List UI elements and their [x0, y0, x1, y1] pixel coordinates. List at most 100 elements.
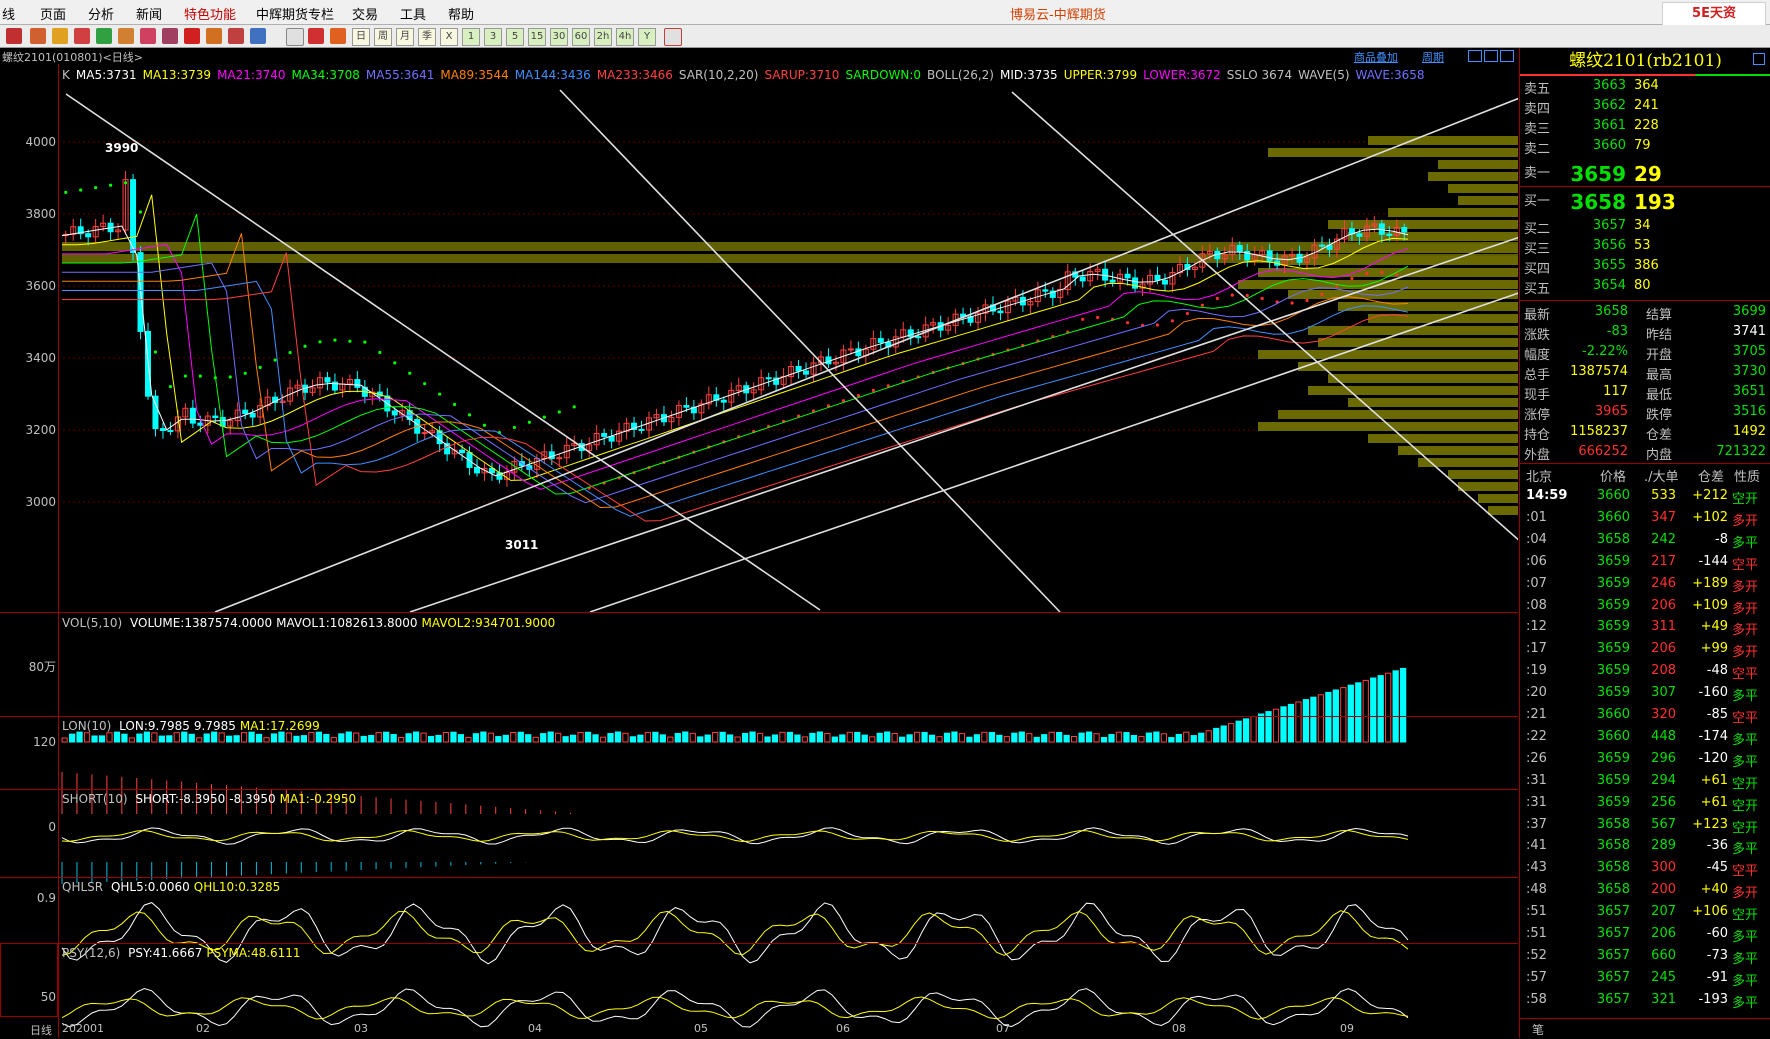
period-link[interactable]: 周期	[1422, 49, 1444, 65]
tab-ticks[interactable]: 笔	[1532, 1021, 1544, 1038]
period-month-button[interactable]: 月	[396, 28, 414, 46]
tick-price: 3657	[1596, 969, 1630, 985]
period-30m-button[interactable]: 30	[550, 28, 568, 46]
period-3m-button[interactable]: 3	[484, 28, 502, 46]
table-icon[interactable]	[286, 28, 304, 46]
period-x-button[interactable]: X	[440, 28, 458, 46]
level-price: 3659	[1570, 162, 1626, 186]
folder-icon[interactable]	[52, 28, 68, 44]
menu-item-tools[interactable]: 工具	[400, 4, 426, 23]
candle-body	[877, 338, 884, 343]
kline-icon[interactable]	[308, 28, 324, 44]
menu-item-news[interactable]: 新闻	[136, 4, 162, 23]
volume-profile-bar	[1308, 386, 1518, 395]
menu-item-page[interactable]: 页面	[40, 4, 66, 23]
period-week-button[interactable]: 周	[374, 28, 392, 46]
volume-bar	[569, 734, 577, 743]
chart-subheader: 螺纹2101(010801)<日线> 商品叠加 周期	[0, 48, 1518, 64]
volume-bar	[308, 732, 315, 743]
candle-body	[1356, 233, 1363, 237]
period-1m-button[interactable]: 1	[462, 28, 480, 46]
volume-bar	[353, 732, 360, 743]
refresh-icon[interactable]	[96, 28, 112, 44]
volume-profile-bar	[1338, 302, 1518, 311]
period-15m-button[interactable]: 15	[528, 28, 546, 46]
ask-row[interactable]: 卖三 3661 228	[1520, 118, 1770, 138]
tick-time: 14:59	[1526, 488, 1568, 503]
tick-volume: 206	[1651, 926, 1676, 941]
sar-dot	[64, 190, 68, 194]
overlay-link[interactable]: 商品叠加	[1354, 49, 1398, 65]
volume-bar	[502, 734, 509, 743]
ask-row[interactable]: 卖五 3663 364	[1520, 78, 1770, 98]
sar-dot	[109, 183, 113, 187]
brush-icon[interactable]	[206, 28, 222, 44]
tick-row: :31 3659 256 +61 空开	[1520, 795, 1770, 817]
period-5m-button[interactable]: 5	[506, 28, 524, 46]
bid-row[interactable]: 买二 3657 34	[1520, 218, 1770, 238]
print-icon[interactable]	[74, 28, 90, 44]
menu-item-trade[interactable]: 交易	[352, 4, 378, 23]
period-60m-button[interactable]: 60	[572, 28, 590, 46]
menu-item-features[interactable]: 特色功能	[184, 4, 236, 23]
tick-nature: 空平	[1732, 557, 1759, 573]
x-tick-label: 202001	[62, 1022, 104, 1035]
psy-value: PSYMA:48.6111	[206, 946, 301, 960]
prev-icon[interactable]	[1468, 50, 1482, 62]
maximize-icon[interactable]	[1500, 50, 1514, 62]
ask-row[interactable]: 卖四 3662 241	[1520, 98, 1770, 118]
tick-time: :31	[1526, 772, 1547, 788]
tick-nature: 多开	[1732, 623, 1759, 639]
period-day-button[interactable]: 日	[352, 28, 370, 46]
period-4h-button[interactable]: 4h	[616, 28, 634, 46]
menu-item-help[interactable]: 帮助	[448, 4, 474, 23]
period-year-button[interactable]: Y	[638, 28, 656, 46]
chart-tool-icon[interactable]	[250, 28, 266, 44]
volume-bar	[472, 733, 480, 743]
tick-icon[interactable]	[330, 28, 346, 44]
menu-item-analysis[interactable]: 分析	[88, 4, 114, 23]
stat-label: 跌停	[1646, 408, 1673, 423]
tick-nature: 多平	[1732, 930, 1759, 945]
bid-row[interactable]: 买五 3654 80	[1520, 278, 1770, 298]
period-2h-button[interactable]: 2h	[594, 28, 612, 46]
moving-average-line	[62, 194, 1409, 481]
back-icon[interactable]	[30, 28, 46, 44]
sar-dot	[1380, 270, 1384, 274]
ask-row[interactable]: 卖二 3660 79	[1520, 138, 1770, 158]
pen-icon[interactable]	[184, 28, 200, 44]
period-quarter-button[interactable]: 季	[418, 28, 436, 46]
stat-value: 3730	[1732, 364, 1766, 379]
tick-nature: 多平	[1732, 973, 1759, 989]
sar-dot	[423, 382, 427, 386]
menu-item-column[interactable]: 中辉期货专栏	[256, 4, 334, 23]
volume-bar	[390, 734, 397, 743]
zoom-in-icon[interactable]	[118, 28, 134, 44]
level-label: 卖五	[1524, 82, 1551, 97]
ask-row[interactable]: 卖一 3659 29	[1520, 162, 1770, 186]
level-label: 买三	[1524, 242, 1551, 257]
next-icon[interactable]	[1484, 50, 1498, 62]
home-icon[interactable]	[6, 28, 22, 44]
volume-profile-bar	[1398, 446, 1518, 455]
volume-bar	[839, 734, 846, 743]
psy-ytick: 50	[40, 990, 56, 1004]
tick-time: :07	[1526, 575, 1547, 591]
volume-bar	[240, 732, 248, 743]
window-icon[interactable]	[162, 28, 178, 44]
bid-row[interactable]: 买一 3658 193	[1520, 190, 1770, 214]
volume-bar	[1377, 675, 1384, 743]
filter-icon[interactable]	[228, 28, 244, 44]
calculator-icon[interactable]	[664, 28, 682, 46]
tick-oi-diff: -120	[1698, 750, 1728, 766]
bid-row[interactable]: 买三 3656 53	[1520, 238, 1770, 258]
zoom-out-icon[interactable]	[140, 28, 156, 44]
candle-body	[1132, 277, 1139, 289]
menu-item-line[interactable]: 线	[2, 4, 15, 23]
bid-row[interactable]: 买四 3655 386	[1520, 258, 1770, 278]
level-price: 3656	[1592, 238, 1626, 253]
tick-volume: 242	[1651, 531, 1676, 547]
restore-icon[interactable]	[1753, 53, 1765, 65]
level-volume: 34	[1634, 218, 1651, 233]
oscillator-line	[61, 829, 1409, 843]
